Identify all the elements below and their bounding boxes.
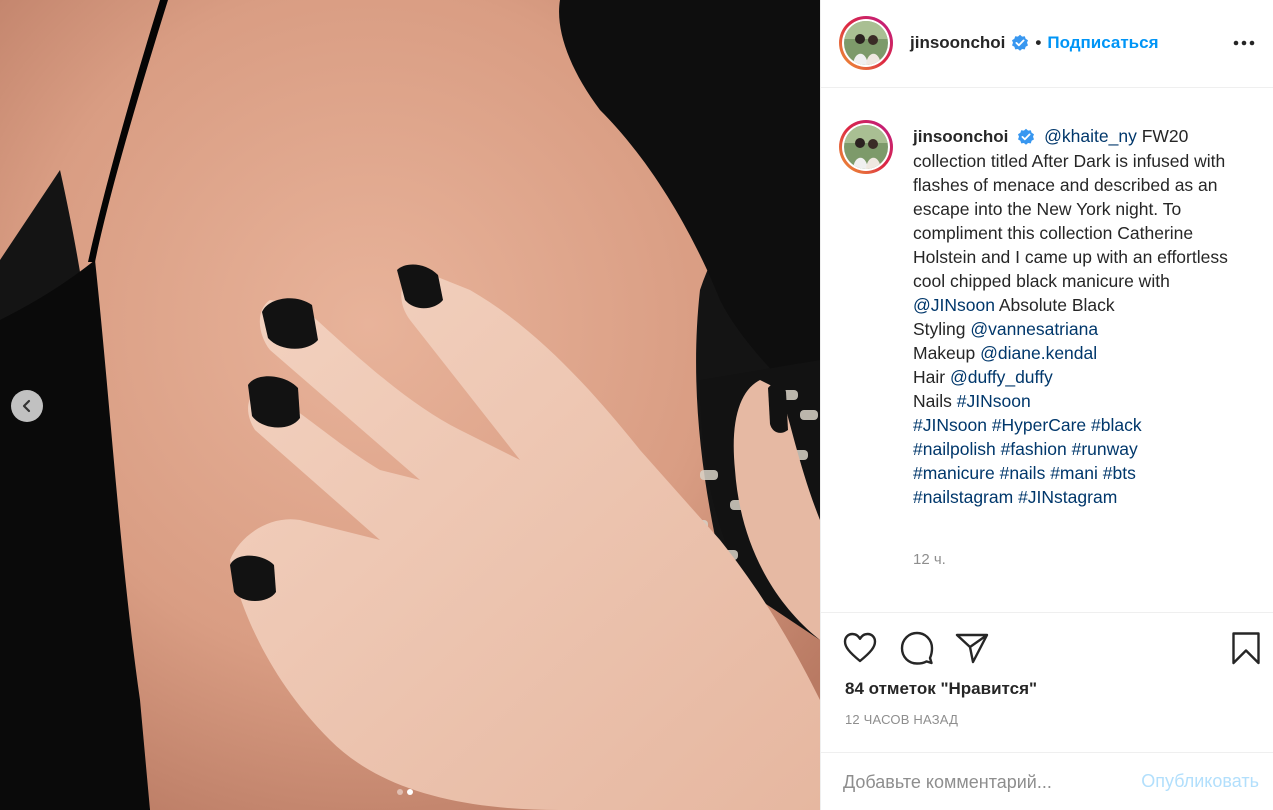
hashtag-link[interactable]: #mani bbox=[1050, 463, 1098, 483]
profile-photo-icon bbox=[844, 21, 888, 65]
mention-link[interactable]: @diane.kendal bbox=[980, 343, 1097, 363]
chevron-left-icon bbox=[22, 399, 31, 413]
verified-badge-icon bbox=[1018, 129, 1035, 146]
bookmark-icon bbox=[1232, 632, 1260, 665]
profile-photo-icon bbox=[844, 125, 888, 169]
styling-label: Styling bbox=[913, 319, 971, 339]
hashtag-link[interactable]: #manicure bbox=[913, 463, 995, 483]
carousel-indicator bbox=[397, 789, 413, 795]
header-separator: • bbox=[1035, 33, 1042, 52]
more-dots-icon bbox=[1233, 40, 1255, 46]
save-button[interactable] bbox=[1227, 629, 1265, 667]
mention-link[interactable]: @duffy_duffy bbox=[950, 367, 1053, 387]
comment-button[interactable] bbox=[898, 629, 936, 667]
comment-icon bbox=[900, 631, 934, 665]
like-button[interactable] bbox=[841, 629, 879, 667]
hashtag-link[interactable]: #fashion bbox=[1001, 439, 1067, 459]
likes-count[interactable]: 84 отметок "Нравится" bbox=[845, 679, 1037, 699]
hashtag-link[interactable]: #nailstagram bbox=[913, 487, 1013, 507]
mention-link[interactable]: @vannesatriana bbox=[970, 319, 1098, 339]
post-photo bbox=[0, 0, 820, 810]
post-age[interactable]: 12 ЧАСОВ НАЗАД bbox=[845, 712, 958, 727]
carousel-dot-active bbox=[407, 789, 413, 795]
caption-avatar[interactable] bbox=[839, 120, 893, 174]
hashtag-link[interactable]: #JINsoon bbox=[957, 391, 1031, 411]
hashtag-link[interactable]: #HyperCare bbox=[992, 415, 1086, 435]
caption-body-2: Absolute Black bbox=[994, 295, 1115, 315]
header-username[interactable]: jinsoonchoi bbox=[910, 33, 1005, 53]
nails-label: Nails bbox=[913, 391, 957, 411]
carousel-dot bbox=[397, 789, 403, 795]
caption-area: jinsoonchoi @khaite_ny FW20 collection t… bbox=[821, 104, 1273, 612]
avatar[interactable] bbox=[839, 16, 893, 70]
hashtag-link[interactable]: #JINsoon bbox=[913, 415, 987, 435]
send-icon bbox=[955, 633, 989, 664]
caption-timestamp[interactable]: 12 ч. bbox=[913, 551, 946, 568]
post-actions: 84 отметок "Нравится" 12 ЧАСОВ НАЗАД bbox=[821, 612, 1273, 762]
makeup-label: Makeup bbox=[913, 343, 981, 363]
mention-link[interactable]: @JINsoon bbox=[913, 295, 995, 315]
caption-text: jinsoonchoi @khaite_ny FW20 collection t… bbox=[913, 124, 1249, 509]
hashtag-link[interactable]: #nailpolish bbox=[913, 439, 996, 459]
hashtag-link[interactable]: #nails bbox=[1000, 463, 1046, 483]
post-side-panel: jinsoonchoi • Подписаться jinsoonchoi @k… bbox=[820, 0, 1273, 810]
caption-username[interactable]: jinsoonchoi bbox=[913, 127, 1008, 146]
caption-body-1: FW20 collection titled After Dark is inf… bbox=[913, 126, 1228, 291]
heart-icon bbox=[843, 632, 877, 663]
hashtag-link[interactable]: #bts bbox=[1103, 463, 1136, 483]
share-button[interactable] bbox=[953, 629, 991, 667]
hashtag-link[interactable]: #JINstagram bbox=[1018, 487, 1117, 507]
comment-input[interactable] bbox=[843, 767, 1113, 797]
carousel-prev-button[interactable] bbox=[11, 390, 43, 422]
hair-label: Hair bbox=[913, 367, 950, 387]
hand-with-black-nails-photo bbox=[0, 0, 820, 810]
publish-comment-button[interactable]: Опубликовать bbox=[1141, 771, 1259, 792]
more-options-button[interactable] bbox=[1231, 30, 1257, 56]
follow-button[interactable]: Подписаться bbox=[1047, 33, 1158, 53]
hashtag-link[interactable]: #runway bbox=[1072, 439, 1138, 459]
hashtag-link[interactable]: #black bbox=[1091, 415, 1142, 435]
verified-badge-icon bbox=[1012, 34, 1029, 51]
comment-bar: Опубликовать bbox=[821, 752, 1273, 810]
post-header: jinsoonchoi • Подписаться bbox=[821, 0, 1273, 88]
mention-link[interactable]: @khaite_ny bbox=[1044, 126, 1137, 146]
